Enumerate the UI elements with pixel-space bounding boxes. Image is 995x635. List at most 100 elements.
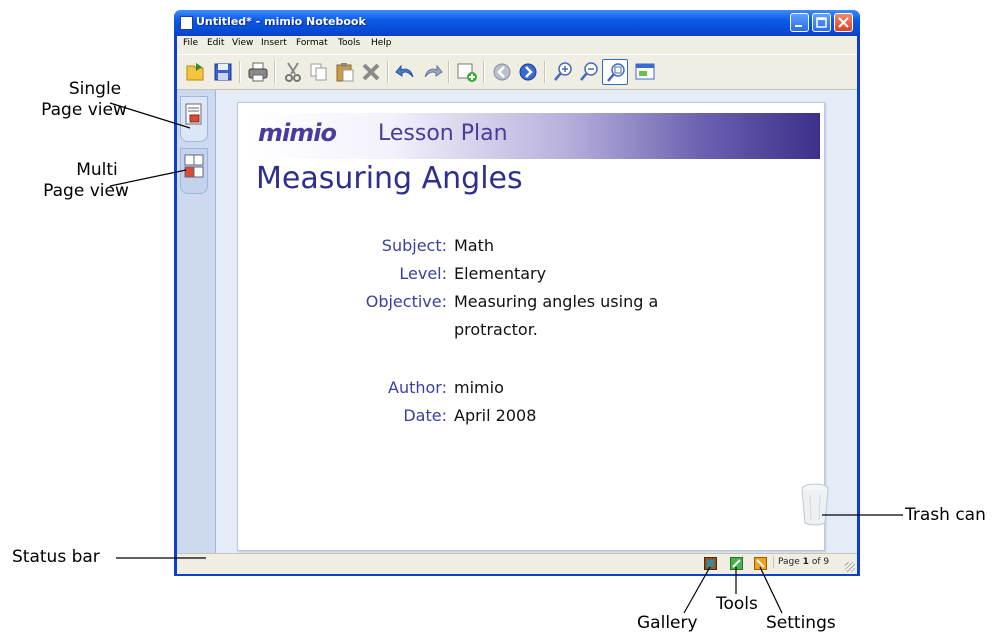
field-value-author: mimio	[454, 378, 504, 397]
paste-icon	[336, 63, 354, 82]
print-button[interactable]	[245, 59, 271, 85]
page-of: of	[811, 557, 821, 567]
toolbar-separator	[387, 61, 389, 83]
page-total: 9	[823, 557, 830, 567]
gallery-icon	[704, 557, 717, 570]
toolbar-separator	[544, 61, 546, 83]
multi-page-view-tab[interactable]	[180, 148, 208, 194]
zoom-fit-button[interactable]	[602, 59, 628, 85]
menu-format[interactable]: Format	[296, 38, 328, 48]
page-label: Page	[778, 557, 800, 567]
toolbar-separator	[448, 61, 450, 83]
callout-status-bar: Status bar	[12, 547, 100, 567]
zoom-out-icon	[580, 62, 598, 81]
paste-button[interactable]	[332, 59, 358, 85]
callout-multi-page-view: Multi Page view	[43, 160, 132, 202]
callout-settings: Settings	[766, 613, 836, 633]
maximize-button[interactable]	[812, 13, 831, 32]
field-label-subject: Subject:	[381, 236, 447, 255]
undo-button[interactable]	[393, 59, 419, 85]
field-label-author: Author:	[388, 378, 447, 397]
callout-text: Single	[68, 79, 122, 99]
toolbar-separator	[274, 61, 276, 83]
callout-single-page-view: Single Page view	[41, 79, 130, 121]
notebook-window: Untitled* - mimio Notebook File Edit Vie…	[174, 10, 860, 576]
menu-insert[interactable]: Insert	[261, 38, 287, 48]
settings-button[interactable]	[754, 557, 767, 570]
redo-icon	[424, 64, 443, 78]
mimio-logo: mimio	[258, 119, 337, 147]
toolbar	[177, 54, 857, 90]
callout-gallery: Gallery	[637, 613, 698, 633]
notebook-page[interactable]: mimio Lesson Plan Measuring Angles Subje…	[237, 102, 829, 551]
tools-icon	[730, 557, 743, 570]
maximize-icon	[816, 17, 827, 28]
full-screen-icon	[635, 63, 655, 80]
cut-icon	[285, 62, 301, 82]
redo-button[interactable]	[419, 59, 445, 85]
page-indicator: Page 1 of 9	[773, 556, 833, 568]
next-page-button[interactable]	[515, 59, 541, 85]
close-icon	[838, 17, 849, 28]
menu-help[interactable]: Help	[371, 38, 392, 48]
multi-page-view-icon	[184, 154, 204, 178]
title-bar[interactable]: Untitled* - mimio Notebook	[174, 10, 860, 36]
new-page-icon	[457, 63, 477, 82]
callout-trash-can: Trash can	[905, 505, 986, 525]
page-current: 1	[802, 557, 809, 567]
trash-can[interactable]	[798, 481, 832, 527]
toolbar-separator	[239, 61, 241, 83]
zoom-in-button[interactable]	[550, 59, 576, 85]
menu-file[interactable]: File	[183, 38, 198, 48]
resize-grip[interactable]	[845, 562, 855, 572]
full-screen-button[interactable]	[632, 59, 658, 85]
field-value-subject: Math	[454, 236, 495, 255]
workspace: mimio Lesson Plan Measuring Angles Subje…	[177, 90, 857, 553]
open-button[interactable]	[182, 59, 208, 85]
close-button[interactable]	[834, 13, 853, 32]
menu-tools[interactable]: Tools	[338, 38, 360, 48]
callout-tools: Tools	[716, 594, 758, 614]
minimize-button[interactable]	[790, 13, 809, 32]
banner-text: Lesson Plan	[378, 121, 508, 146]
cut-button[interactable]	[280, 59, 306, 85]
save-button[interactable]	[210, 59, 236, 85]
field-label-date: Date:	[403, 406, 447, 425]
print-icon	[248, 62, 268, 82]
open-icon	[186, 63, 204, 81]
toolbar-separator	[483, 61, 485, 83]
status-bar: Page 1 of 9	[177, 553, 857, 574]
page-view-tabs	[177, 90, 216, 553]
minimize-icon	[795, 25, 802, 27]
copy-button[interactable]	[306, 59, 332, 85]
field-label-level: Level:	[399, 264, 447, 283]
copy-icon	[310, 63, 327, 81]
zoom-fit-icon	[607, 63, 625, 82]
callout-text: Page view	[43, 181, 129, 201]
callout-text: Multi	[76, 160, 118, 180]
settings-icon	[754, 557, 767, 570]
next-page-icon	[519, 63, 537, 81]
save-icon	[214, 63, 232, 81]
zoom-in-icon	[554, 62, 572, 81]
field-value-date: April 2008	[454, 406, 537, 425]
single-page-view-icon	[185, 103, 202, 125]
new-page-button[interactable]	[454, 59, 480, 85]
delete-icon	[362, 63, 380, 81]
previous-page-button[interactable]	[489, 59, 515, 85]
window-client: File Edit View Insert Format Tools Help	[177, 36, 857, 574]
window-title: Untitled* - mimio Notebook	[196, 15, 366, 28]
delete-button[interactable]	[358, 59, 384, 85]
field-value-level: Elementary	[454, 264, 547, 283]
undo-icon	[395, 64, 414, 78]
zoom-out-button[interactable]	[576, 59, 602, 85]
single-page-view-tab[interactable]	[180, 96, 208, 142]
page-title: Measuring Angles	[256, 161, 523, 196]
menu-view[interactable]: View	[232, 38, 253, 48]
menu-edit[interactable]: Edit	[207, 38, 224, 48]
tools-button[interactable]	[730, 557, 743, 570]
app-icon	[180, 16, 193, 30]
menu-bar: File Edit View Insert Format Tools Help	[177, 36, 857, 53]
gallery-button[interactable]	[704, 557, 717, 570]
field-value-objective: Measuring angles using a	[454, 292, 659, 311]
